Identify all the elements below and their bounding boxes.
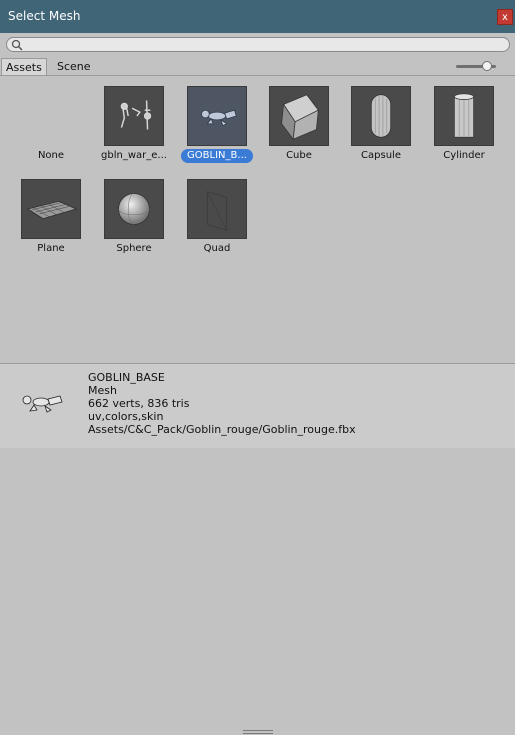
asset-name: GOBLIN_BASE (88, 371, 165, 384)
asset-stats: 662 verts, 836 tris (88, 397, 190, 410)
item-label: None (37, 150, 65, 161)
tab-label: Assets (6, 60, 42, 74)
goblin-base-mesh-icon (22, 395, 63, 413)
tab-label: Scene (57, 60, 91, 73)
asset-path: Assets/C&C_Pack/Goblin_rouge/Goblin_roug… (88, 423, 356, 436)
goblin-base-mesh-icon (187, 86, 247, 146)
item-label: Sphere (116, 243, 152, 254)
cylinder-mesh-icon (434, 86, 494, 146)
item-label: Quad (203, 243, 231, 254)
goblin-war-mesh-icon (104, 86, 164, 146)
plane-mesh-icon (21, 179, 81, 239)
search-input[interactable] (6, 37, 510, 52)
preview-panel: GOBLIN_BASE Mesh 662 verts, 836 tris uv,… (0, 364, 515, 734)
item-label: GOBLIN_B... (181, 149, 253, 163)
close-icon: x (502, 11, 508, 23)
asset-type: Mesh (88, 384, 117, 397)
asset-grid: None gbln_war_e... GOBLIN_B... Cube Caps… (0, 76, 515, 363)
resize-handle[interactable] (243, 730, 273, 735)
cube-mesh-icon (269, 86, 329, 146)
asset-channels: uv,colors,skin (88, 410, 164, 423)
quad-mesh-icon (187, 179, 247, 239)
sphere-mesh-icon (104, 179, 164, 239)
title-bar: Select Mesh x (0, 0, 515, 33)
capsule-mesh-icon (351, 86, 411, 146)
item-label: Cylinder (443, 150, 485, 161)
close-button[interactable]: x (497, 9, 513, 25)
search-icon (11, 39, 23, 51)
item-label: Plane (37, 243, 65, 254)
tab-bar: Assets Scene (0, 58, 515, 76)
item-label: gbln_war_e... (101, 150, 167, 161)
tab-scene[interactable]: Scene (53, 58, 95, 75)
item-label: Cube (286, 150, 312, 161)
item-label: Capsule (361, 150, 401, 161)
window-title: Select Mesh (8, 9, 81, 23)
tab-assets[interactable]: Assets (1, 58, 47, 75)
asset-info: GOBLIN_BASE Mesh 662 verts, 836 tris uv,… (88, 371, 356, 436)
zoom-slider-handle[interactable] (482, 61, 492, 71)
